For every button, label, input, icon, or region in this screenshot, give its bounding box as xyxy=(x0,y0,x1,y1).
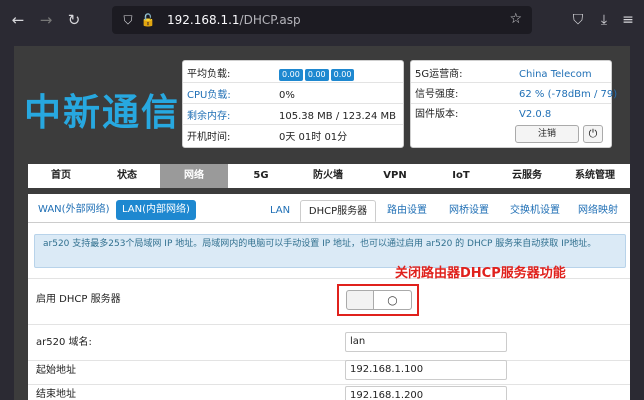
browser-toolbar: ← → ↻ ⛉ 🔓 192.168.1.1/DHCP.asp ☆ ⛉ ⤓ ≡ xyxy=(0,0,644,40)
end-address-label: 结束地址 xyxy=(36,389,76,400)
start-address-input[interactable]: 192.168.1.100 xyxy=(345,360,507,380)
nav-status[interactable]: 状态 xyxy=(94,164,160,188)
end-address-input[interactable]: 192.168.1.200 xyxy=(345,386,507,400)
avg-load-values: 0.00 0.00 0.00 xyxy=(279,68,356,82)
address-bar[interactable]: ⛉ 🔓 192.168.1.1/DHCP.asp ☆ xyxy=(112,6,532,34)
star-icon[interactable]: ☆ xyxy=(509,11,522,27)
power-icon[interactable]: ⏻ xyxy=(583,125,603,143)
nav-home[interactable]: 首页 xyxy=(28,164,94,188)
row-divider xyxy=(28,324,630,325)
cpu-load-label[interactable]: CPU负载: xyxy=(187,89,231,103)
carrier-label: 5G运营商: xyxy=(415,69,463,80)
row-divider xyxy=(183,103,403,104)
free-mem-row: 剩余内存: 105.38 MB / 123.24 MB xyxy=(187,110,401,124)
avg-load-row: 平均负载: 0.00 0.00 0.00 xyxy=(187,68,401,82)
enable-dhcp-label: 启用 DHCP 服务器 xyxy=(36,294,121,305)
tab-divider xyxy=(28,222,630,223)
free-mem-label[interactable]: 剩余内存: xyxy=(187,110,230,124)
row-divider xyxy=(28,360,630,361)
row-divider xyxy=(411,82,611,83)
tab-lan-settings[interactable]: LAN xyxy=(264,200,296,222)
back-arrow-icon[interactable]: ← xyxy=(8,10,28,30)
load-chip: 0.00 xyxy=(279,69,303,81)
signal-label: 信号强度: xyxy=(415,89,459,100)
nav-5g[interactable]: 5G xyxy=(228,164,294,188)
tab-switch[interactable]: 交换机设置 xyxy=(502,200,568,222)
firmware-label: 固件版本: xyxy=(415,109,459,120)
row-divider xyxy=(28,384,630,385)
start-address-label: 起始地址 xyxy=(36,365,76,376)
tab-network-map[interactable]: 网络映射 xyxy=(572,200,624,222)
annotation-text: 关闭路由器DHCP服务器功能 xyxy=(395,266,566,281)
toggle-off-icon: ○ xyxy=(373,291,411,309)
row-divider xyxy=(183,82,403,83)
tab-routing[interactable]: 路由设置 xyxy=(378,200,436,222)
uptime-value: 0天 01时 01分 xyxy=(279,132,348,143)
signal-value: 62 % (-78dBm / 79) xyxy=(519,89,618,100)
enable-dhcp-toggle[interactable]: ○ xyxy=(346,290,412,310)
nav-network[interactable]: 网络 xyxy=(160,164,228,188)
url-host: 192.168.1.1 xyxy=(167,13,240,27)
nav-firewall[interactable]: 防火墙 xyxy=(294,164,362,188)
domain-label: ar520 域名: xyxy=(36,337,92,348)
avg-load-label: 平均负载: xyxy=(187,69,231,80)
url-text: 192.168.1.1/DHCP.asp xyxy=(167,12,301,28)
pocket-icon[interactable]: ⛉ xyxy=(568,10,588,30)
domain-input[interactable]: lan xyxy=(345,332,507,352)
firmware-value: V2.0.8 xyxy=(519,109,552,120)
load-chip: 0.00 xyxy=(330,69,355,81)
tab-dhcp-server[interactable]: DHCP服务器 xyxy=(300,200,376,222)
nav-cloud[interactable]: 云服务 xyxy=(494,164,560,188)
forward-arrow-icon[interactable]: → xyxy=(36,10,56,30)
tab-lan[interactable]: LAN(内部网络) xyxy=(116,200,196,220)
tab-wan[interactable]: WAN(外部网络) xyxy=(38,200,109,220)
content-panel: WAN(外部网络) LAN(内部网络) LAN DHCP服务器 路由设置 网桥设… xyxy=(28,194,630,400)
brand-logo: 中新通信 xyxy=(24,91,180,134)
menu-icon[interactable]: ≡ xyxy=(618,10,638,30)
tab-bridge[interactable]: 网桥设置 xyxy=(440,200,498,222)
main-navigation: 首页 状态 网络 5G 防火墙 VPN IoT 云服务 系统管理 xyxy=(28,164,630,188)
logout-button[interactable]: 注销 xyxy=(515,125,579,143)
firmware-row: 固件版本: V2.0.8 xyxy=(415,108,609,122)
nav-vpn[interactable]: VPN xyxy=(362,164,428,188)
nav-iot[interactable]: IoT xyxy=(428,164,494,188)
row-divider xyxy=(411,103,611,104)
row-divider xyxy=(183,124,403,125)
uptime-label: 开机时间: xyxy=(187,132,231,143)
shield-icon[interactable]: ⛉ xyxy=(120,12,136,28)
uptime-row: 开机时间: 0天 01时 01分 xyxy=(187,131,401,145)
system-status-panel: 平均负载: 0.00 0.00 0.00 CPU负载: 0% 剩余内存: 105.3… xyxy=(182,60,404,148)
network-status-panel: 5G运营商: China Telecom 信号强度: 62 % (-78dBm … xyxy=(410,60,617,148)
carrier-value: China Telecom xyxy=(519,69,592,80)
insecure-lock-icon[interactable]: 🔓 xyxy=(140,12,156,28)
download-icon[interactable]: ⤓ xyxy=(594,10,614,30)
cpu-load-row: CPU负载: 0% xyxy=(187,89,401,103)
nav-system[interactable]: 系统管理 xyxy=(560,164,630,188)
carrier-row: 5G运营商: China Telecom xyxy=(415,68,609,82)
signal-row: 信号强度: 62 % (-78dBm / 79) xyxy=(415,88,617,102)
router-page: 中新通信 平均负载: 0.00 0.00 0.00 CPU负载: 0% 剩余内存: … xyxy=(14,46,630,400)
cpu-load-value: 0% xyxy=(279,90,295,101)
free-mem-value: 105.38 MB / 123.24 MB xyxy=(279,111,397,122)
url-path: /DHCP.asp xyxy=(239,13,301,27)
load-chip: 0.00 xyxy=(304,69,329,81)
reload-icon[interactable]: ↻ xyxy=(64,10,84,30)
